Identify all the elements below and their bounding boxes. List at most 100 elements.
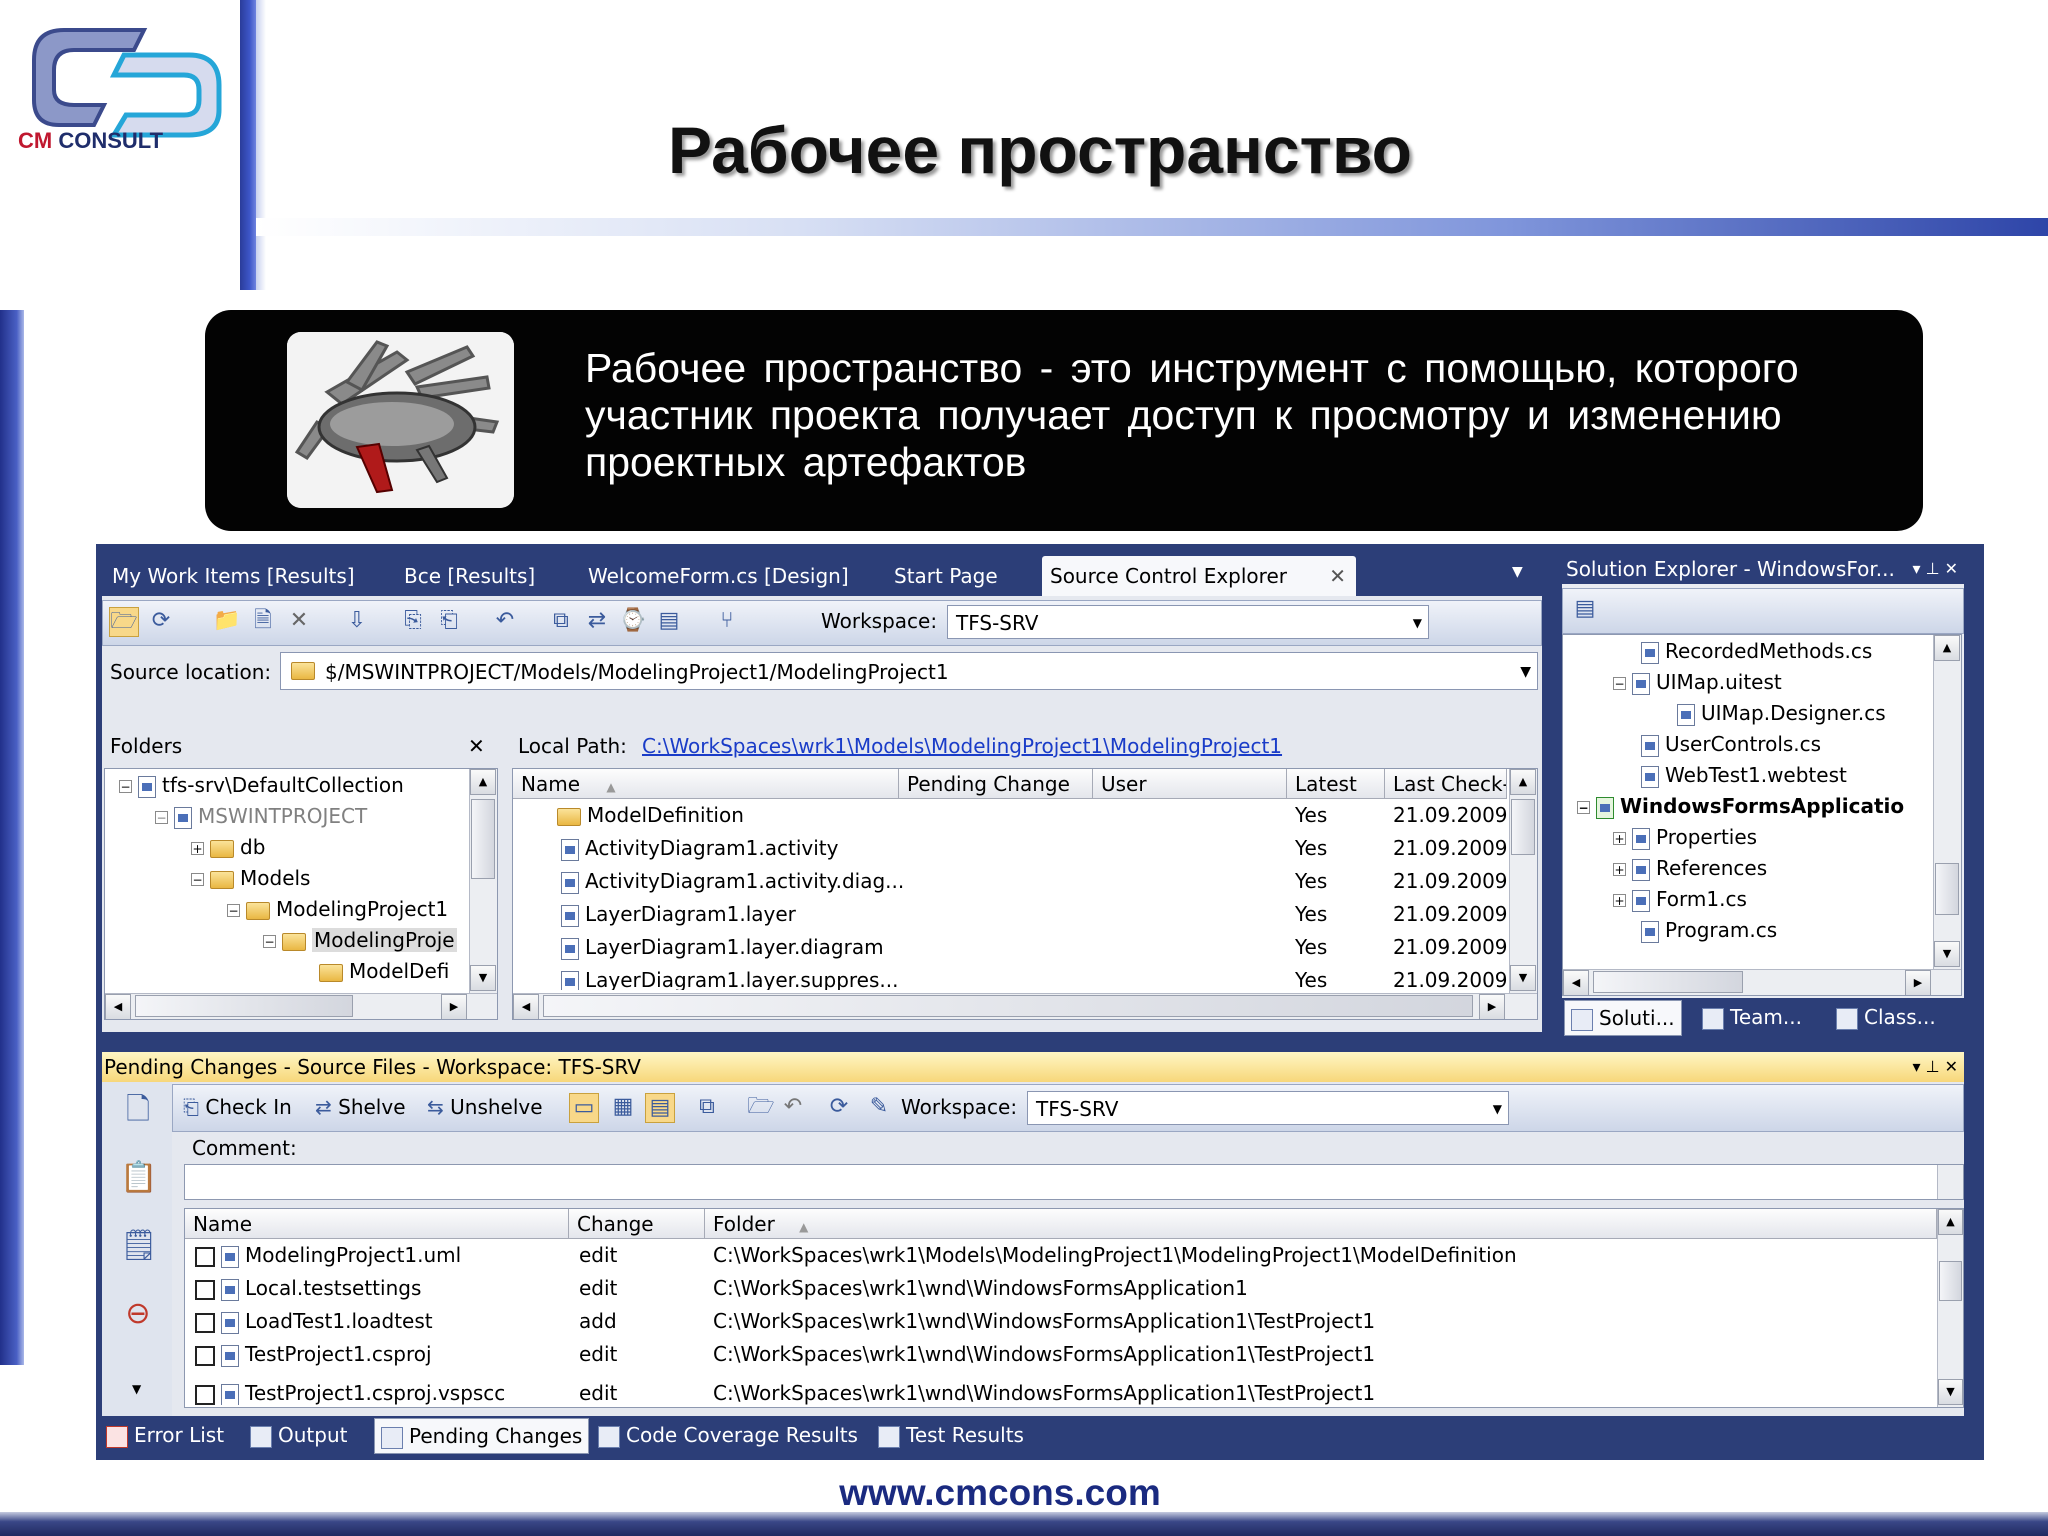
pin-close-icon[interactable]: ▾ ⊥ ✕ (1912, 554, 1958, 584)
source-files-channel-icon[interactable]: 🗋 (120, 1095, 156, 1132)
pending-row[interactable]: ModelingProject1.uml edit C:\WorkSpaces\… (195, 1239, 1935, 1272)
tab-start-page[interactable]: Start Page (894, 556, 998, 596)
column-header-name[interactable]: Name ▲ (513, 769, 899, 799)
check-in-notes-channel-icon[interactable]: 🗒 (120, 1231, 158, 1268)
expand-icon[interactable]: + (1613, 894, 1626, 907)
pending-row[interactable]: Local.testsettings edit C:\WorkSpaces\wr… (195, 1272, 1935, 1305)
local-path-link[interactable]: C:\WorkSpaces\wrk1\Models\ModelingProjec… (642, 734, 1282, 758)
tree-item[interactable]: − Models (191, 862, 310, 895)
check-in-icon[interactable]: ⎗ (435, 607, 463, 635)
tree-item[interactable]: UIMap.Designer.cs (1677, 697, 1886, 730)
tab-class-view[interactable]: Class... (1836, 1000, 1936, 1034)
tree-item[interactable]: Program.cs (1641, 914, 1777, 947)
comment-view-icon[interactable]: ▤ (645, 1093, 675, 1123)
tree-item[interactable]: UserControls.cs (1641, 728, 1821, 761)
check-out-icon[interactable]: ⎘ (399, 607, 427, 635)
close-icon[interactable]: ✕ (468, 734, 485, 758)
scroll-up-icon[interactable]: ▲ (1934, 635, 1960, 661)
file-row[interactable]: ModelDefinition Yes 21.09.2009 1 (513, 799, 1507, 832)
scroll-left-icon[interactable]: ◀ (513, 994, 539, 1019)
column-header-user[interactable]: User (1093, 769, 1287, 799)
tree-item[interactable]: ModelDefi (319, 955, 449, 988)
column-header-folder[interactable]: Folder ▲ (705, 1209, 1937, 1239)
include-checkbox[interactable] (195, 1384, 215, 1405)
scroll-thumb[interactable] (1593, 971, 1743, 993)
file-row[interactable]: LayerDiagram1.layer.suppres... Yes 21.09… (513, 964, 1507, 990)
tree-item[interactable]: − UIMap.uitest (1613, 666, 1782, 699)
scroll-up-icon[interactable]: ▲ (470, 769, 496, 795)
collapse-icon[interactable]: − (1613, 677, 1626, 690)
collapse-icon[interactable]: − (227, 904, 240, 917)
scroll-down-icon[interactable]: ▼ (1938, 1379, 1963, 1405)
scroll-right-icon[interactable]: ▶ (1479, 994, 1505, 1019)
branch-icon[interactable]: ⑂ (713, 607, 741, 635)
delete-icon[interactable]: ✕ (285, 607, 313, 635)
new-folder-icon[interactable]: 📁 (213, 607, 241, 635)
scroll-thumb[interactable] (471, 799, 495, 879)
solution-hscrollbar[interactable]: ◀ ▶ (1563, 969, 1961, 995)
file-list-vscrollbar[interactable]: ▲ ▼ (1509, 769, 1537, 993)
close-icon[interactable]: ✕ (1329, 556, 1346, 596)
properties-icon[interactable]: ▤ (1571, 595, 1599, 623)
expand-icon[interactable]: + (1613, 863, 1626, 876)
shelve-button[interactable]: ⇄ Shelve (315, 1095, 406, 1119)
tab-code-coverage-results[interactable]: Code Coverage Results (598, 1418, 858, 1452)
scroll-down-icon[interactable]: ▼ (470, 965, 496, 991)
collapse-icon[interactable]: − (263, 935, 276, 948)
tab-team-explorer[interactable]: Team... (1702, 1000, 1802, 1034)
undo-icon[interactable]: ↶ (779, 1093, 807, 1121)
scroll-left-icon[interactable]: ◀ (105, 994, 131, 1019)
scroll-thumb[interactable] (1939, 1261, 1962, 1301)
scroll-down-icon[interactable]: ▼ (1934, 941, 1960, 967)
unshelve-button[interactable]: ⇆ Unshelve (427, 1095, 543, 1119)
pending-row[interactable]: LoadTest1.loadtest add C:\WorkSpaces\wrk… (195, 1305, 1935, 1338)
history-icon[interactable]: ⌚ (619, 607, 647, 635)
folders-vscrollbar[interactable]: ▲ ▼ (469, 769, 497, 993)
tree-item[interactable]: + db (191, 831, 265, 864)
tree-item[interactable]: − tfs-srv\DefaultCollection (119, 769, 404, 802)
tree-view-icon[interactable]: ▦ (609, 1093, 637, 1121)
expand-icon[interactable]: + (1613, 832, 1626, 845)
column-header-latest[interactable]: Latest (1287, 769, 1385, 799)
include-checkbox[interactable] (195, 1312, 215, 1333)
policy-warnings-channel-icon[interactable]: ⊖ (120, 1299, 156, 1336)
tab-vse-results[interactable]: Все [Results] (404, 556, 535, 596)
more-chevron-icon[interactable]: ▼ (132, 1382, 141, 1396)
pending-row[interactable]: TestProject1.csproj.vspscc edit C:\WorkS… (195, 1371, 1935, 1405)
include-checkbox[interactable] (195, 1279, 215, 1300)
tab-output[interactable]: Output (250, 1418, 347, 1452)
solution-vscrollbar[interactable]: ▲ ▼ (1933, 635, 1961, 969)
file-row[interactable]: ActivityDiagram1.activity.diag... Yes 21… (513, 865, 1507, 898)
tab-test-results[interactable]: Test Results (878, 1418, 1024, 1452)
file-row[interactable]: ActivityDiagram1.activity Yes 21.09.2009… (513, 832, 1507, 865)
collapse-icon[interactable]: − (155, 811, 168, 824)
tab-solution-explorer[interactable]: Soluti... (1564, 1000, 1682, 1036)
work-items-channel-icon[interactable]: 📋 (120, 1163, 157, 1200)
add-files-icon[interactable]: 🗎 (249, 607, 277, 635)
collapse-icon[interactable]: − (119, 780, 132, 793)
expand-icon[interactable]: + (191, 842, 204, 855)
properties-icon[interactable]: ▤ (655, 607, 683, 635)
tree-item-project[interactable]: − WindowsFormsApplicatio (1577, 790, 1904, 823)
workspace-select[interactable]: TFS-SRV ▼ (1027, 1091, 1509, 1125)
file-row[interactable]: LayerDiagram1.layer Yes 21.09.2009 1 (513, 898, 1507, 931)
include-checkbox[interactable] (195, 1345, 215, 1366)
scroll-thumb[interactable] (543, 995, 1473, 1017)
tree-item[interactable]: RecordedMethods.cs (1641, 635, 1872, 668)
scroll-thumb[interactable] (1511, 799, 1535, 855)
file-list-hscrollbar[interactable]: ◀ ▶ (513, 993, 1537, 1019)
scroll-down-icon[interactable]: ▼ (1510, 965, 1536, 991)
scroll-right-icon[interactable]: ▶ (1905, 970, 1931, 995)
workspace-select[interactable]: TFS-SRV ▼ (947, 605, 1429, 639)
pending-vscrollbar[interactable]: ▲ ▼ (1937, 1209, 1963, 1407)
tab-my-work-items[interactable]: My Work Items [Results] (112, 556, 355, 596)
column-header-last-checkin[interactable]: Last Check-ir (1385, 769, 1507, 799)
tab-welcomeform-design[interactable]: WelcomeForm.cs [Design] (588, 556, 849, 596)
include-checkbox[interactable] (195, 1246, 215, 1267)
pending-row[interactable]: TestProject1.csproj edit C:\WorkSpaces\w… (195, 1338, 1935, 1371)
collapse-icon[interactable]: − (191, 873, 204, 886)
undo-icon[interactable]: ↶ (491, 607, 519, 635)
refresh-icon[interactable]: ⟳ (825, 1093, 853, 1121)
compare-icon[interactable]: ⧉ (547, 607, 575, 635)
file-row[interactable]: LayerDiagram1.layer.diagram Yes 21.09.20… (513, 931, 1507, 964)
